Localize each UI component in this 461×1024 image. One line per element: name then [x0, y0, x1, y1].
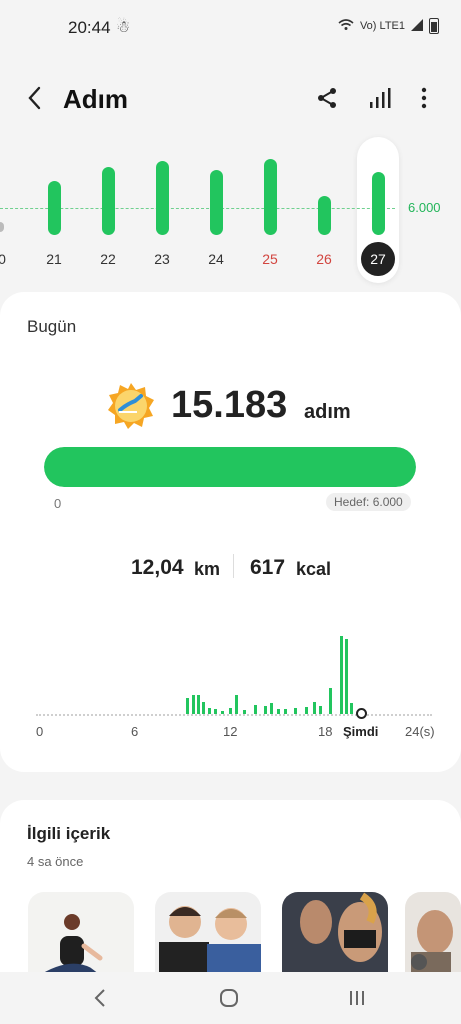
steps-progress-fill — [44, 447, 416, 487]
network-label: Vo) LTE1 — [359, 20, 405, 32]
hourly-bar — [243, 710, 247, 714]
status-time: 20:44 — [68, 18, 111, 37]
related-content-title: İlgili içerik — [27, 824, 111, 843]
back-nav-button[interactable] — [88, 985, 112, 1011]
day-label-25[interactable]: 25 — [250, 251, 290, 267]
hourly-bar — [228, 707, 232, 714]
hourly-bar — [313, 701, 317, 714]
hourly-bar — [197, 694, 200, 714]
hour-tick-24: 24(s) — [405, 724, 435, 739]
day-label-24[interactable]: 24 — [196, 251, 236, 267]
hourly-bar — [220, 710, 224, 714]
day-bar-21[interactable] — [48, 181, 61, 235]
hour-tick-12: 12 — [223, 724, 238, 739]
day-bar-27[interactable] — [372, 171, 385, 235]
day-label-27[interactable]: 27 — [358, 251, 398, 267]
energy-unit: kcal — [296, 559, 332, 579]
signal-icon — [411, 18, 423, 34]
distance-unit: km — [194, 559, 221, 579]
hourly-bar — [185, 698, 189, 714]
hourly-steps-chart: 0 6 12 18 Şimdi 24(s) — [30, 622, 440, 772]
related-content-time: 4 sa önce — [27, 854, 84, 869]
day-label-23[interactable]: 23 — [142, 251, 182, 267]
share-button[interactable] — [315, 86, 339, 110]
chevron-left-icon — [28, 86, 41, 110]
status-icons: Vo) LTE1 — [338, 18, 439, 34]
page-title: Adım — [63, 84, 128, 114]
steps-value: 15.183 — [171, 384, 288, 426]
steps-unit: adım — [304, 401, 351, 423]
back-button[interactable] — [22, 84, 50, 112]
hour-tick-0: 0 — [36, 724, 44, 739]
hourly-bar — [270, 703, 274, 714]
achievement-badge-icon — [107, 382, 155, 430]
share-icon — [318, 88, 336, 108]
hour-tick-now: Şimdi — [343, 724, 379, 739]
hourly-bar — [293, 707, 297, 714]
goal-badge[interactable]: Hedef: 6.000 — [326, 493, 411, 511]
hourly-bar — [276, 709, 280, 714]
goal-line-label: 6.000 — [408, 200, 441, 215]
wifi-icon — [338, 18, 354, 34]
hour-tick-6: 6 — [131, 724, 139, 739]
hourly-bar — [254, 704, 258, 714]
day-bar-25[interactable] — [264, 159, 277, 235]
hourly-bar — [340, 636, 344, 714]
now-marker — [356, 708, 367, 719]
hourly-bar — [319, 706, 323, 714]
more-vertical-icon — [421, 87, 427, 109]
day-bar-23[interactable] — [156, 160, 169, 235]
more-button[interactable] — [414, 86, 434, 110]
hourly-bar — [344, 639, 348, 714]
home-nav-button[interactable] — [218, 987, 240, 1009]
related-content-card: İlgili içerik 4 sa önce — [0, 800, 461, 1002]
hour-tick-18: 18 — [318, 724, 333, 739]
day-bar-26[interactable] — [318, 196, 331, 235]
previous-day-bar — [0, 222, 4, 232]
today-card: Bugün 15.183 adım 0 Hedef: 6.000 12,04 k… — [0, 292, 461, 772]
progress-start-label: 0 — [54, 496, 62, 511]
day-bar-22[interactable] — [102, 167, 115, 235]
day-label-26[interactable]: 26 — [304, 251, 344, 267]
stats-icon — [370, 88, 391, 108]
hourly-bar — [208, 707, 212, 714]
battery-icon — [429, 18, 439, 34]
hourly-bar — [201, 702, 205, 714]
day-bar-24[interactable] — [210, 170, 223, 235]
hourly-baseline — [36, 714, 432, 716]
today-label: Bugün — [27, 317, 77, 336]
day-label-0[interactable]: 0 — [0, 251, 22, 267]
person-icon: ☃ — [116, 19, 131, 36]
stats-button[interactable] — [368, 86, 392, 110]
recents-nav-button[interactable] — [346, 987, 368, 1009]
recents-nav-icon — [350, 991, 364, 1005]
home-nav-icon — [220, 989, 238, 1007]
hourly-bar — [328, 688, 332, 714]
energy-value: 617 — [250, 556, 286, 579]
steps-progress-bar — [44, 447, 416, 487]
hourly-bar — [214, 709, 218, 714]
back-nav-icon — [94, 989, 105, 1007]
hourly-bar — [349, 703, 353, 714]
stats-divider — [233, 554, 234, 578]
day-label-21[interactable]: 21 — [34, 251, 74, 267]
hourly-bar — [305, 706, 309, 714]
hourly-bar — [284, 708, 288, 714]
hourly-bar — [263, 706, 267, 714]
hourly-bar — [192, 694, 196, 714]
week-chart[interactable]: 6.000 0 21 22 23 24 25 26 27 — [0, 135, 461, 285]
hourly-bar — [235, 694, 239, 714]
distance-value: 12,04 — [131, 556, 184, 579]
day-label-22[interactable]: 22 — [88, 251, 128, 267]
